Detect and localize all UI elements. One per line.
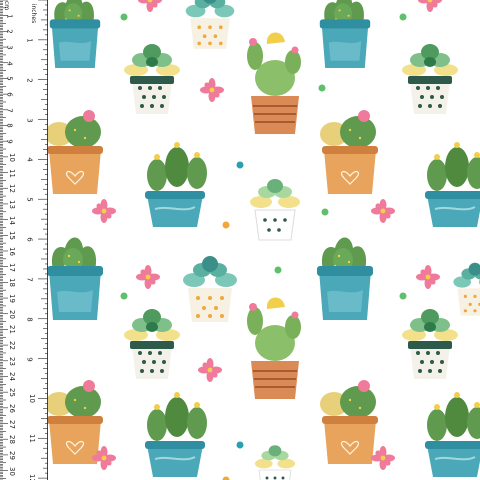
confetti-dot-icon bbox=[236, 161, 244, 169]
ruler-inch-label: 11 bbox=[27, 434, 36, 444]
ruler-inch-scale: 1 2 3 4 5 6 7 8 9 10 11 12 bbox=[0, 0, 48, 480]
ruler-cm-unit: cm bbox=[3, 0, 11, 11]
ruler-inch-label: 3 bbox=[25, 117, 34, 123]
ruler-inch-label: 1 bbox=[25, 38, 34, 43]
confetti-dot-icon bbox=[274, 266, 282, 274]
confetti-dot-icon bbox=[120, 13, 128, 21]
confetti-dot-icon bbox=[399, 292, 407, 300]
orange-pot-cactus-icon bbox=[44, 379, 104, 465]
dotted-pot-succulent-icon bbox=[402, 309, 458, 379]
white-dotted-pot-succulent-icon bbox=[249, 178, 301, 241]
blue-bowl-cactus-icon bbox=[144, 391, 208, 478]
blue-bowl-cactus-icon bbox=[424, 391, 480, 478]
pink-flower-icon bbox=[371, 446, 395, 470]
dotted-pot-succulent-icon bbox=[402, 44, 458, 114]
ruler-inch-label: 9 bbox=[25, 356, 34, 362]
orange-pot-cactus-icon bbox=[44, 109, 104, 195]
blue-pot-cactus-icon bbox=[319, 0, 371, 68]
ruler-inch-label: 6 bbox=[25, 237, 34, 242]
dotted-pot-succulent-icon bbox=[124, 44, 180, 114]
pink-flower-icon bbox=[92, 199, 116, 223]
confetti-dot-icon bbox=[222, 221, 230, 229]
ruler-inch-label: 10 bbox=[27, 394, 36, 404]
striped-pot-cactus-icon bbox=[246, 296, 302, 400]
striped-pot-cactus-icon bbox=[246, 31, 302, 135]
pink-flower-icon bbox=[418, 0, 442, 12]
confetti-dot-icon bbox=[236, 441, 244, 449]
pink-flower-icon bbox=[198, 358, 222, 382]
cactus-pattern bbox=[44, 0, 480, 480]
blue-pot-cactus-icon bbox=[49, 0, 101, 68]
white-dotted-pot-succulent-icon bbox=[254, 444, 296, 480]
fabric-pattern-canvas: 1 2 3 4 5 6 7 8 9 10 11 12 13 14 15 16 17 18 19 20 21 22 23 24 2… bbox=[0, 0, 480, 480]
orange-dotted-pot-succulent-icon bbox=[185, 0, 235, 49]
pink-flower-icon bbox=[371, 199, 395, 223]
pink-flower-icon bbox=[416, 265, 440, 289]
confetti-dot-icon bbox=[120, 292, 128, 300]
orange-pot-cactus-icon bbox=[319, 109, 379, 195]
pink-flower-icon bbox=[138, 0, 162, 12]
pink-flower-icon bbox=[200, 78, 224, 102]
confetti-dot-icon bbox=[399, 13, 407, 21]
measuring-ruler: 1 2 3 4 5 6 7 8 9 10 11 12 13 14 15 16 17 18 19 20 21 22 23 24 2… bbox=[0, 0, 48, 480]
blue-bowl-cactus-icon bbox=[144, 141, 208, 228]
orange-pot-cactus-icon bbox=[319, 379, 379, 465]
ruler-inch-label: 2 bbox=[25, 77, 34, 83]
pink-flower-icon bbox=[136, 265, 160, 289]
blue-bowl-cactus-icon bbox=[424, 141, 480, 228]
orange-dotted-pot-succulent-icon bbox=[453, 262, 480, 316]
blue-pot-cactus-icon bbox=[317, 237, 373, 320]
ruler-inch-label: 4 bbox=[25, 157, 34, 163]
ruler-inch-label: 7 bbox=[25, 277, 34, 282]
ruler-inch-label: 5 bbox=[25, 197, 34, 202]
confetti-dot-icon bbox=[222, 476, 230, 480]
confetti-dot-icon bbox=[318, 84, 326, 92]
confetti-dot-icon bbox=[321, 208, 329, 216]
dotted-pot-succulent-icon bbox=[124, 309, 180, 379]
ruler-inch-unit: inches bbox=[30, 3, 38, 24]
ruler-inch-label: 12 bbox=[27, 474, 36, 480]
ruler-inch-label: 8 bbox=[25, 317, 34, 322]
orange-dotted-pot-succulent-icon bbox=[183, 256, 237, 322]
blue-pot-cactus-icon bbox=[47, 237, 103, 320]
